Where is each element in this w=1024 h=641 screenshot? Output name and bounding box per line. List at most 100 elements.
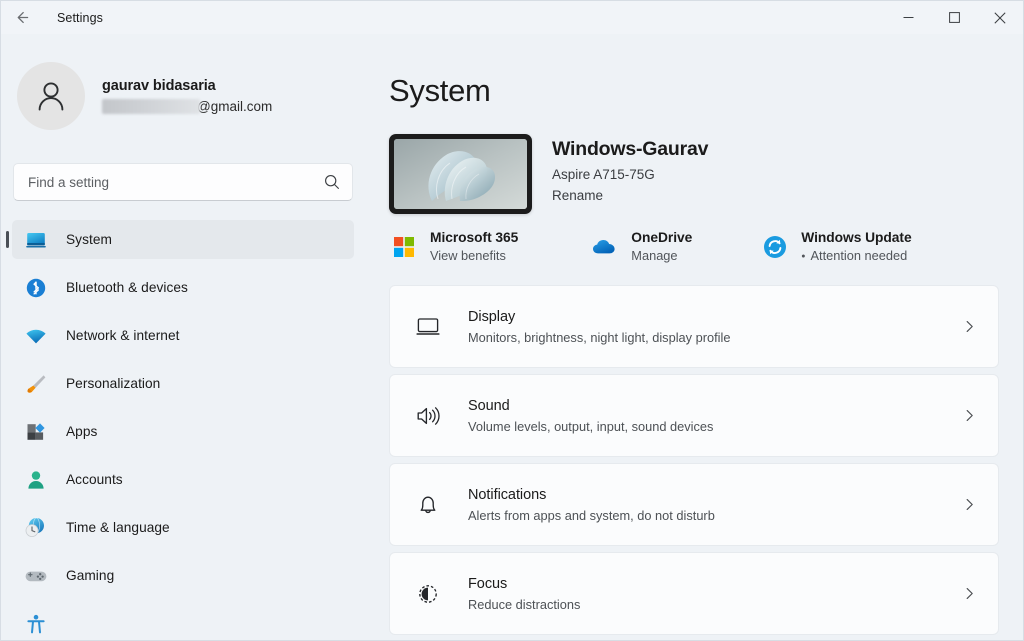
minimize-button[interactable] xyxy=(885,1,931,34)
card-title: Notifications xyxy=(468,487,958,503)
sidebar-item-accounts[interactable]: Accounts xyxy=(12,460,354,499)
system-monitor-icon xyxy=(23,227,48,252)
chevron-right-icon[interactable] xyxy=(958,583,980,605)
search-input[interactable] xyxy=(28,175,324,190)
device-model: Aspire A715-75G xyxy=(552,167,708,182)
account-email-row: @gmail.com xyxy=(102,98,272,115)
back-arrow-icon xyxy=(14,9,31,26)
card-title: Display xyxy=(468,309,958,325)
sidebar: gaurav bidasaria @gmail.com xyxy=(1,34,365,640)
chevron-right-icon[interactable] xyxy=(958,316,980,338)
card-text: Sound Volume levels, output, input, soun… xyxy=(468,398,958,434)
sidebar-item-label: System xyxy=(66,232,112,247)
card-subtitle: Reduce distractions xyxy=(468,597,958,612)
card-subtitle: Alerts from apps and system, do not dist… xyxy=(468,508,958,523)
quicklink-onedrive[interactable]: OneDrive Manage xyxy=(590,230,692,263)
title-bar: Settings xyxy=(1,1,1023,34)
notification-bell-icon xyxy=(412,489,444,521)
maximize-button[interactable] xyxy=(931,1,977,34)
avatar xyxy=(17,62,85,130)
settings-card-display[interactable]: Display Monitors, brightness, night ligh… xyxy=(389,285,999,368)
card-text: Display Monitors, brightness, night ligh… xyxy=(468,309,958,345)
device-thumbnail xyxy=(389,134,532,214)
page-title: System xyxy=(389,73,999,109)
quicklink-windows-update[interactable]: Windows Update Attention needed xyxy=(760,230,911,263)
quicklink-sub: Manage xyxy=(631,248,692,263)
settings-card-notifications[interactable]: Notifications Alerts from apps and syste… xyxy=(389,463,999,546)
sound-speaker-icon xyxy=(412,400,444,432)
sidebar-item-label: Apps xyxy=(66,424,97,439)
window-body: gaurav bidasaria @gmail.com xyxy=(1,34,1023,640)
display-monitor-icon xyxy=(412,311,444,343)
sidebar-nav: System Bluetooth & devices xyxy=(1,220,365,640)
windows-update-sync-icon xyxy=(760,232,790,262)
card-title: Focus xyxy=(468,576,958,592)
quicklink-text: OneDrive Manage xyxy=(631,230,692,263)
sidebar-item-accessibility[interactable] xyxy=(12,604,354,640)
sidebar-item-label: Accounts xyxy=(66,472,123,487)
sidebar-item-apps[interactable]: Apps xyxy=(12,412,354,451)
person-avatar-icon xyxy=(31,76,71,116)
sidebar-item-label: Gaming xyxy=(66,568,114,583)
sidebar-item-personalization[interactable]: Personalization xyxy=(12,364,354,403)
sidebar-item-gaming[interactable]: Gaming xyxy=(12,556,354,595)
quicklink-sub: View benefits xyxy=(430,248,518,263)
device-info: Windows-Gaurav Aspire A715-75G Rename xyxy=(552,134,708,203)
card-subtitle: Monitors, brightness, night light, displ… xyxy=(468,330,958,345)
sidebar-item-bluetooth-devices[interactable]: Bluetooth & devices xyxy=(12,268,354,307)
account-summary[interactable]: gaurav bidasaria @gmail.com xyxy=(17,61,365,131)
card-title: Sound xyxy=(468,398,958,414)
account-email-suffix: @gmail.com xyxy=(197,99,272,114)
quicklink-text: Windows Update Attention needed xyxy=(801,230,911,263)
windows-bloom-wallpaper xyxy=(394,139,527,209)
close-button[interactable] xyxy=(977,1,1023,34)
account-name: gaurav bidasaria xyxy=(102,78,272,94)
back-button[interactable] xyxy=(1,2,43,34)
sidebar-item-label: Time & language xyxy=(66,520,170,535)
settings-card-focus[interactable]: Focus Reduce distractions xyxy=(389,552,999,635)
apps-blocks-icon xyxy=(23,419,48,444)
paintbrush-icon xyxy=(23,371,48,396)
sidebar-item-label: Network & internet xyxy=(66,328,180,343)
chevron-right-icon[interactable] xyxy=(958,405,980,427)
quicklink-microsoft-365[interactable]: Microsoft 365 View benefits xyxy=(389,230,518,263)
focus-moon-icon xyxy=(412,578,444,610)
window-title: Settings xyxy=(57,11,103,25)
microsoft-logo-icon xyxy=(389,232,419,262)
sidebar-item-label: Personalization xyxy=(66,376,160,391)
rename-link[interactable]: Rename xyxy=(552,188,708,203)
sidebar-item-system[interactable]: System xyxy=(12,220,354,259)
close-icon xyxy=(994,12,1006,24)
chevron-right-icon[interactable] xyxy=(958,494,980,516)
gamepad-icon xyxy=(23,563,48,588)
quicklink-title: OneDrive xyxy=(631,230,692,245)
sidebar-item-network-internet[interactable]: Network & internet xyxy=(12,316,354,355)
minimize-icon xyxy=(903,12,914,23)
accessibility-icon xyxy=(23,611,48,636)
accounts-person-icon xyxy=(23,467,48,492)
onedrive-cloud-icon xyxy=(590,232,620,262)
clock-globe-icon xyxy=(23,515,48,540)
sidebar-item-label: Bluetooth & devices xyxy=(66,280,188,295)
settings-cards: Display Monitors, brightness, night ligh… xyxy=(389,285,999,635)
window-controls xyxy=(885,1,1023,34)
settings-window: Settings xyxy=(0,0,1024,641)
email-redaction-blur xyxy=(102,99,200,114)
sidebar-item-time-language[interactable]: Time & language xyxy=(12,508,354,547)
device-name: Windows-Gaurav xyxy=(552,138,708,161)
bluetooth-icon xyxy=(23,275,48,300)
selection-indicator xyxy=(6,231,9,248)
wifi-icon xyxy=(23,323,48,348)
settings-card-sound[interactable]: Sound Volume levels, output, input, soun… xyxy=(389,374,999,457)
account-text: gaurav bidasaria @gmail.com xyxy=(102,78,272,115)
device-summary: Windows-Gaurav Aspire A715-75G Rename xyxy=(389,134,999,214)
search-icon[interactable] xyxy=(324,174,340,190)
quicklink-title: Microsoft 365 xyxy=(430,230,518,245)
quicklink-status: Attention needed xyxy=(801,248,911,263)
maximize-icon xyxy=(949,12,960,23)
quicklink-text: Microsoft 365 View benefits xyxy=(430,230,518,263)
search-box[interactable] xyxy=(13,163,353,201)
card-subtitle: Volume levels, output, input, sound devi… xyxy=(468,419,958,434)
quick-links: Microsoft 365 View benefits xyxy=(389,230,999,263)
card-text: Notifications Alerts from apps and syste… xyxy=(468,487,958,523)
